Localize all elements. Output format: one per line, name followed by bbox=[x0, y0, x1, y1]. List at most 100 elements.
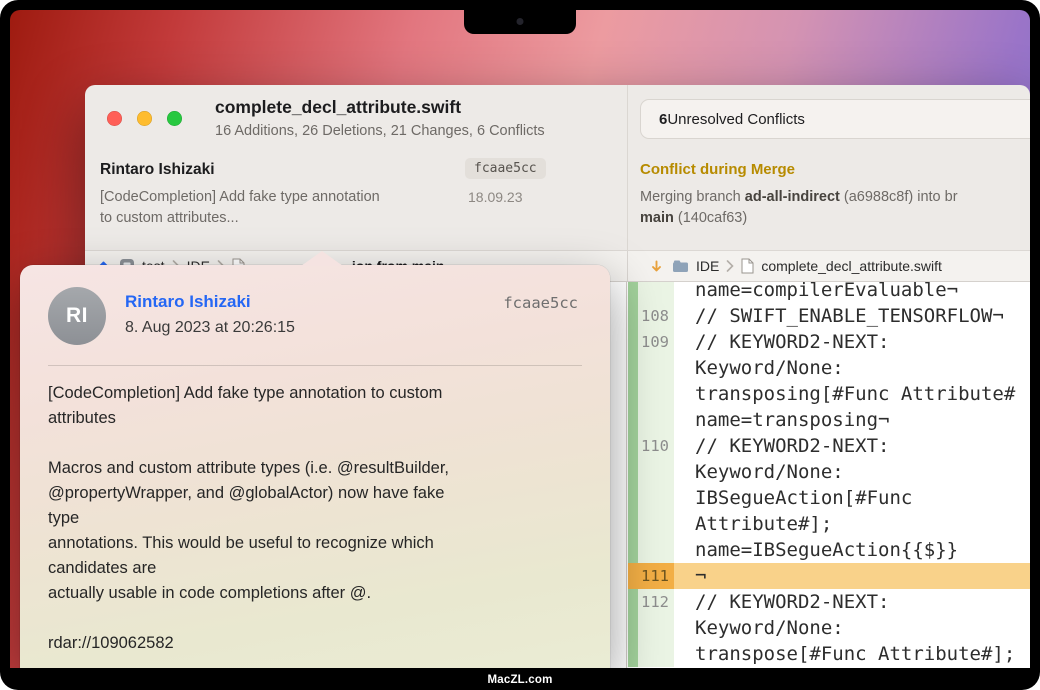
change-indicator bbox=[628, 355, 638, 381]
to-branch: main bbox=[640, 210, 674, 226]
merge-info: Conflict during Merge Merging branch ad-… bbox=[640, 150, 1030, 250]
code-row[interactable]: 109// KEYWORD2-NEXT: bbox=[628, 329, 1030, 355]
breadcrumb-right: IDE complete_decl_attribute.swift bbox=[648, 251, 942, 281]
close-button[interactable] bbox=[107, 111, 122, 126]
code-row[interactable]: Keyword/None: bbox=[628, 615, 1030, 641]
commit-popover: RI Rintaro Ishizaki fcaae5cc 8. Aug 2023… bbox=[20, 265, 610, 668]
zoom-button[interactable] bbox=[167, 111, 182, 126]
code-line-text: Attribute#]; bbox=[674, 511, 1030, 537]
code-line-text: // KEYWORD2-NEXT: bbox=[674, 589, 1030, 615]
commit-author: Rintaro Ishizaki bbox=[100, 161, 215, 179]
from-branch: ad-all-indirect bbox=[745, 189, 840, 205]
code-line-text: Keyword/None: bbox=[674, 459, 1030, 485]
change-indicator bbox=[628, 329, 638, 355]
line-number bbox=[638, 511, 674, 537]
line-number: 111 bbox=[638, 563, 674, 589]
line-number: 108 bbox=[638, 303, 674, 329]
code-row[interactable]: name=transposing¬ bbox=[628, 407, 1030, 433]
code-row[interactable]: Keyword/None: bbox=[628, 459, 1030, 485]
popover-arrow bbox=[301, 251, 343, 266]
camera-dot bbox=[517, 18, 524, 25]
minimize-button[interactable] bbox=[137, 111, 152, 126]
change-indicator bbox=[628, 485, 638, 511]
code-line-text: name=compilerEvaluable¬ bbox=[674, 282, 1030, 303]
change-indicator bbox=[628, 459, 638, 485]
unresolved-conflicts-button[interactable]: 6 Unresolved Conflicts bbox=[640, 99, 1030, 139]
change-indicator bbox=[628, 589, 638, 615]
line-number bbox=[638, 282, 674, 303]
code-row[interactable]: Keyword/None: bbox=[628, 355, 1030, 381]
line-number bbox=[638, 537, 674, 563]
code-row[interactable]: Attribute#]; bbox=[628, 511, 1030, 537]
change-indicator bbox=[628, 381, 638, 407]
change-indicator bbox=[628, 641, 638, 667]
code-pane: name=compilerEvaluable¬108// SWIFT_ENABL… bbox=[628, 282, 1030, 668]
change-indicator bbox=[628, 563, 638, 589]
line-number: 112 bbox=[638, 589, 674, 615]
notch bbox=[464, 10, 576, 34]
line-number bbox=[638, 485, 674, 511]
code-line-text: Keyword/None: bbox=[674, 615, 1030, 641]
popover-separator bbox=[48, 365, 582, 366]
merge-conflict-title: Conflict during Merge bbox=[640, 161, 795, 178]
change-indicator bbox=[628, 282, 638, 303]
document-icon bbox=[741, 258, 754, 274]
popover-commit-message: [CodeCompletion] Add fake type annotatio… bbox=[48, 381, 582, 656]
code-line-text: // KEYWORD2-NEXT: bbox=[674, 329, 1030, 355]
avatar: RI bbox=[48, 287, 106, 345]
code-row[interactable]: transposing[#Func Attribute# bbox=[628, 381, 1030, 407]
code-row[interactable]: name=IBSegueAction{{$}} bbox=[628, 537, 1030, 563]
folder-icon bbox=[672, 259, 689, 273]
line-number: 109 bbox=[638, 329, 674, 355]
commit-hash-badge: fcaae5cc bbox=[465, 158, 546, 179]
code-row[interactable]: 108// SWIFT_ENABLE_TENSORFLOW¬ bbox=[628, 303, 1030, 329]
code-line-text: // SWIFT_ENABLE_TENSORFLOW¬ bbox=[674, 303, 1030, 329]
code-line-text: name=transposing¬ bbox=[674, 407, 1030, 433]
popover-commit-hash: fcaae5cc bbox=[503, 294, 578, 312]
breadcrumb-divider bbox=[627, 251, 628, 281]
watermark: MacZL.com bbox=[0, 674, 1040, 686]
conflicts-label: Unresolved Conflicts bbox=[667, 111, 805, 128]
code-row[interactable]: transpose[#Func Attribute#]; bbox=[628, 641, 1030, 667]
code-row[interactable]: IBSegueAction[#Func bbox=[628, 485, 1030, 511]
window-title: complete_decl_attribute.swift bbox=[215, 97, 461, 118]
downstream-arrow-icon bbox=[648, 258, 665, 275]
change-indicator bbox=[628, 615, 638, 641]
line-number bbox=[638, 459, 674, 485]
line-number bbox=[638, 641, 674, 667]
code-line-text: transpose[#Func Attribute#]; bbox=[674, 641, 1030, 667]
popover-author-link[interactable]: Rintaro Ishizaki bbox=[125, 292, 251, 312]
window-subtitle: 16 Additions, 26 Deletions, 21 Changes, … bbox=[215, 123, 545, 139]
code-row[interactable]: name=compilerEvaluable¬ bbox=[628, 282, 1030, 303]
change-indicator bbox=[628, 407, 638, 433]
code-line-text: // KEYWORD2-NEXT: bbox=[674, 433, 1030, 459]
chevron-right-icon bbox=[726, 260, 734, 272]
line-number: 110 bbox=[638, 433, 674, 459]
code-row[interactable]: 111¬ bbox=[628, 563, 1030, 589]
line-number bbox=[638, 381, 674, 407]
popover-date: 8. Aug 2023 at 20:26:15 bbox=[125, 319, 295, 337]
macbook-frame: complete_decl_attribute.swift 16 Additio… bbox=[0, 0, 1040, 690]
screen: complete_decl_attribute.swift 16 Additio… bbox=[10, 10, 1030, 668]
code-line-text: IBSegueAction[#Func bbox=[674, 485, 1030, 511]
change-indicator bbox=[628, 537, 638, 563]
breadcrumb-item-file[interactable]: complete_decl_attribute.swift bbox=[761, 258, 942, 274]
commit-list-item[interactable]: Rintaro Ishizaki fcaae5cc 18.09.23 [Code… bbox=[85, 150, 627, 250]
merge-line-2: main (140caf63) bbox=[640, 210, 1030, 226]
line-number bbox=[638, 355, 674, 381]
change-indicator bbox=[628, 303, 638, 329]
line-number bbox=[638, 615, 674, 641]
commit-date: 18.09.23 bbox=[468, 189, 523, 205]
change-indicator bbox=[628, 433, 638, 459]
conflicts-count: 6 bbox=[659, 111, 667, 128]
code-row[interactable]: 110// KEYWORD2-NEXT: bbox=[628, 433, 1030, 459]
code-line-text: Keyword/None: bbox=[674, 355, 1030, 381]
merge-line-1: Merging branch ad-all-indirect (a6988c8f… bbox=[640, 189, 1030, 205]
code-row[interactable]: 112// KEYWORD2-NEXT: bbox=[628, 589, 1030, 615]
breadcrumb-item-ide-right[interactable]: IDE bbox=[696, 258, 719, 274]
change-indicator bbox=[628, 511, 638, 537]
code-line-text: ¬ bbox=[674, 563, 1030, 589]
header-divider bbox=[627, 85, 628, 250]
line-number bbox=[638, 407, 674, 433]
commit-message-preview: [CodeCompletion] Add fake type annotatio… bbox=[100, 187, 460, 229]
